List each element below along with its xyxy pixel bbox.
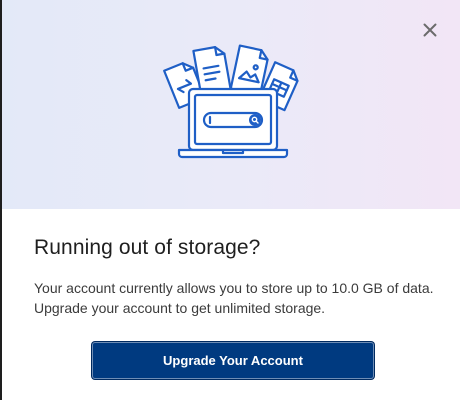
- dialog-title: Running out of storage?: [34, 236, 261, 259]
- search-bar-icon: [202, 111, 264, 129]
- upgrade-account-button[interactable]: Upgrade Your Account: [92, 342, 374, 379]
- close-button[interactable]: [418, 18, 442, 42]
- storage-illustration: [163, 44, 299, 159]
- storage-upgrade-dialog: Running out of storage? Your account cur…: [2, 0, 460, 400]
- close-icon: [423, 23, 437, 37]
- dialog-hero-banner: [2, 0, 460, 209]
- dialog-message: Your account currently allows you to sto…: [34, 280, 434, 316]
- dialog-content: Running out of storage? Your account cur…: [34, 236, 434, 318]
- document-icon: [192, 46, 232, 96]
